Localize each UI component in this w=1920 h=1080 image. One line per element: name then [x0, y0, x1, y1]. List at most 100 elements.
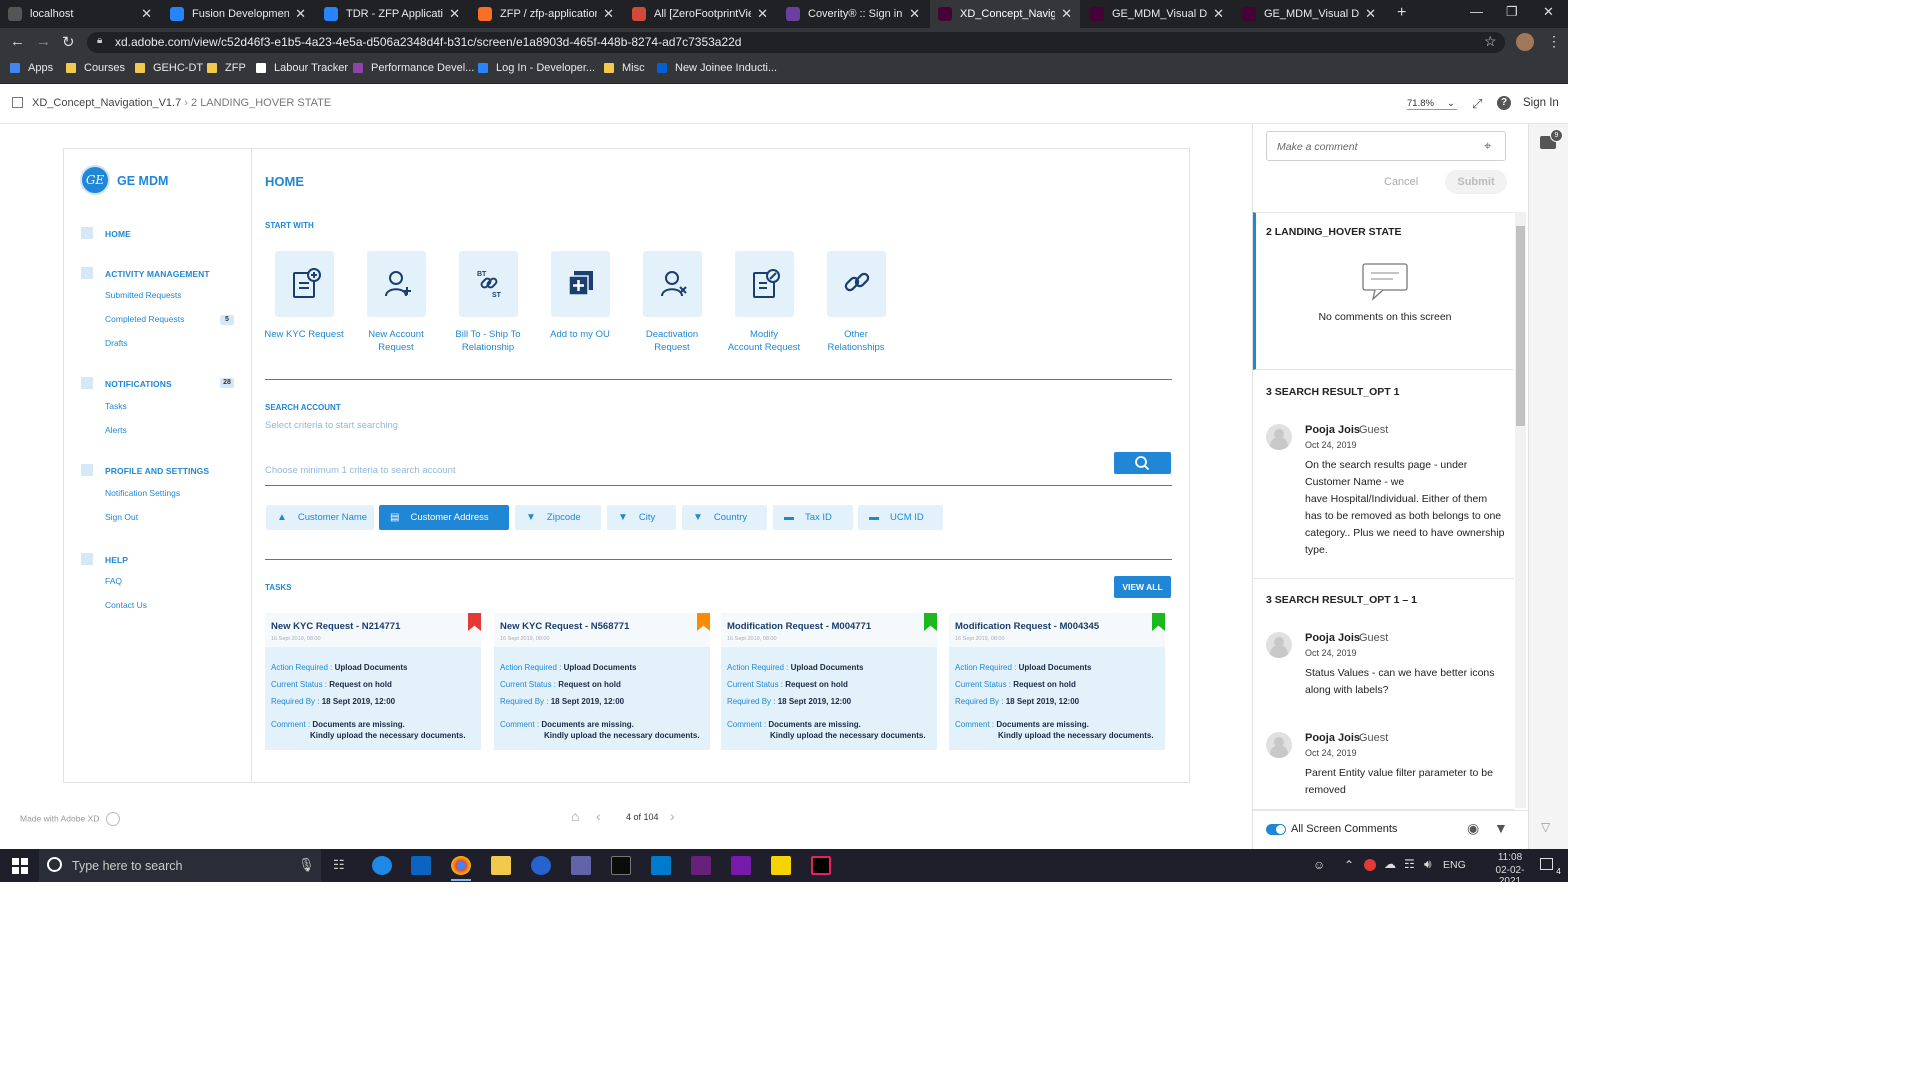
- bookmark-item[interactable]: Apps: [10, 62, 53, 74]
- browser-tab[interactable]: ZFP / zfp-application - (✕: [470, 0, 622, 28]
- eye-icon[interactable]: ◉: [1467, 820, 1479, 837]
- close-window-icon[interactable]: ✕: [1543, 4, 1554, 20]
- close-tab-icon[interactable]: ✕: [1365, 6, 1376, 22]
- quick-action-tile[interactable]: [643, 251, 702, 317]
- close-tab-icon[interactable]: ✕: [909, 6, 920, 22]
- chrome-icon[interactable]: [451, 856, 471, 875]
- zoom-select[interactable]: 71.8% ⌄: [1407, 98, 1457, 110]
- browser-tab[interactable]: TDR - ZFP Application (✕: [316, 0, 468, 28]
- task-title[interactable]: New KYC Request - N568771: [500, 621, 629, 632]
- all-screens-toggle[interactable]: [1266, 824, 1286, 835]
- edge-icon[interactable]: [372, 856, 392, 875]
- nav-subitem[interactable]: Contact Us: [105, 600, 147, 610]
- close-tab-icon[interactable]: ✕: [1213, 6, 1224, 22]
- maximize-icon[interactable]: ❐: [1506, 4, 1518, 20]
- volume-icon[interactable]: 🔊︎: [1424, 857, 1432, 872]
- grid-view-icon[interactable]: [12, 97, 23, 108]
- quick-action-label[interactable]: New KYC Request: [258, 328, 350, 341]
- outlook-icon[interactable]: [411, 856, 431, 875]
- vscode-icon[interactable]: [651, 856, 671, 875]
- more-menu-icon[interactable]: ⋮: [1547, 33, 1561, 50]
- profile-avatar[interactable]: [1516, 33, 1534, 51]
- file-explorer-icon[interactable]: [491, 856, 511, 875]
- browser-tab[interactable]: All [ZeroFootprintViewe ✕: [624, 0, 776, 28]
- microphone-icon[interactable]: 🎙︎: [298, 857, 315, 873]
- nav-subitem[interactable]: Completed Requests: [105, 314, 184, 324]
- cancel-button[interactable]: Cancel: [1384, 176, 1418, 188]
- close-tab-icon[interactable]: ✕: [449, 6, 460, 22]
- quick-action-tile[interactable]: [367, 251, 426, 317]
- search-input[interactable]: Choose minimum 1 criteria to search acco…: [265, 465, 1113, 476]
- quick-action-label[interactable]: New Account Request: [350, 328, 442, 354]
- bookmark-item[interactable]: Log In - Developer...: [478, 62, 595, 74]
- criteria-chip[interactable]: ▬ UCM ID: [858, 505, 943, 530]
- clock[interactable]: 11:08 02-02-2021: [1486, 852, 1534, 882]
- browser-tab[interactable]: Coverity® :: Sign in ✕: [778, 0, 928, 28]
- bookmark-item[interactable]: Labour Tracker: [256, 62, 348, 74]
- task-card[interactable]: New KYC Request - N214771 16 Sept 2019, 0…: [265, 613, 481, 750]
- prev-screen-icon[interactable]: ‹: [596, 808, 601, 824]
- close-tab-icon[interactable]: ✕: [141, 6, 152, 22]
- comment-group-title[interactable]: 3 SEARCH RESULT_OPT 1 – 1: [1266, 594, 1417, 606]
- browser-tab[interactable]: XD_Concept_Navigatio ✕: [930, 0, 1080, 28]
- next-screen-icon[interactable]: ›: [670, 808, 675, 824]
- task-title[interactable]: New KYC Request - N214771: [271, 621, 400, 632]
- fullscreen-icon[interactable]: ⤢: [1472, 96, 1482, 112]
- nav-subitem[interactable]: Notification Settings: [105, 488, 180, 498]
- browser-tab[interactable]: Fusion Development Sc ✕: [162, 0, 314, 28]
- comment-group-title[interactable]: 3 SEARCH RESULT_OPT 1: [1266, 386, 1399, 398]
- criteria-chip[interactable]: ▼ Zipcode: [515, 505, 601, 530]
- nav-item-activity-management[interactable]: ACTIVITY MANAGEMENT: [105, 269, 210, 279]
- bookmark-item[interactable]: GEHC-DT: [135, 62, 203, 74]
- nav-subitem[interactable]: Tasks: [105, 401, 127, 411]
- todo-icon[interactable]: [531, 856, 551, 875]
- teams-icon[interactable]: [571, 856, 591, 875]
- quick-action-tile[interactable]: [275, 251, 334, 317]
- task-card[interactable]: Modification Request - M004345 16 Sept 20…: [949, 613, 1165, 750]
- bookmark-item[interactable]: ZFP: [207, 62, 246, 74]
- criteria-chip[interactable]: ▤ Customer Address: [379, 505, 509, 530]
- nav-subitem[interactable]: FAQ: [105, 576, 122, 586]
- minimize-icon[interactable]: —: [1470, 4, 1483, 19]
- browser-tab[interactable]: GE_MDM_Visual Desig ✕: [1082, 0, 1232, 28]
- quick-action-tile[interactable]: [827, 251, 886, 317]
- project-name[interactable]: XD_Concept_Navigation_V1.7: [32, 97, 181, 109]
- close-tab-icon[interactable]: ✕: [757, 6, 768, 22]
- comment-input[interactable]: Make a comment: [1266, 131, 1506, 161]
- pin-icon[interactable]: ⌖: [1484, 138, 1491, 154]
- task-view-icon[interactable]: ☷: [333, 857, 345, 873]
- terminal-icon[interactable]: [611, 856, 631, 875]
- nav-item-profile-and-settings[interactable]: PROFILE AND SETTINGS: [105, 466, 209, 476]
- criteria-chip[interactable]: ▼ Country: [682, 505, 767, 530]
- browser-tab[interactable]: GE_MDM_Visual Desig ✕: [1234, 0, 1384, 28]
- star-icon[interactable]: ☆: [1484, 33, 1497, 50]
- nav-subitem[interactable]: Drafts: [105, 338, 128, 348]
- quick-action-tile[interactable]: [735, 251, 794, 317]
- scrollbar-thumb[interactable]: [1516, 226, 1525, 426]
- antivirus-icon[interactable]: [1364, 859, 1376, 871]
- bookmark-item[interactable]: Performance Devel...: [353, 62, 474, 74]
- bookmark-item[interactable]: New Joinee Inducti...: [657, 62, 777, 74]
- home-icon[interactable]: ⌂: [571, 808, 579, 824]
- criteria-chip[interactable]: ▲ Customer Name: [266, 505, 374, 530]
- taskbar-search-input[interactable]: Type here to search: [39, 849, 321, 882]
- quick-action-label[interactable]: Bill To - Ship To Relationship: [442, 328, 534, 354]
- task-title[interactable]: Modification Request - M004771: [727, 621, 871, 632]
- filter-icon[interactable]: ▼: [1494, 820, 1508, 836]
- close-tab-icon[interactable]: ✕: [603, 6, 614, 22]
- visual-studio-icon[interactable]: [691, 856, 711, 875]
- network-icon[interactable]: ☶: [1404, 857, 1415, 871]
- task-card[interactable]: New KYC Request - N568771 16 Sept 2019, 0…: [494, 613, 710, 750]
- back-icon[interactable]: ←: [10, 33, 25, 50]
- nav-subitem[interactable]: Submitted Requests: [105, 290, 182, 300]
- nav-item-help[interactable]: HELP: [105, 555, 128, 565]
- tray-chevron-icon[interactable]: ⌃: [1344, 858, 1354, 872]
- criteria-chip[interactable]: ▬ Tax ID: [773, 505, 853, 530]
- sign-in-link[interactable]: Sign In: [1523, 97, 1559, 109]
- windows-start-icon[interactable]: [12, 858, 28, 874]
- nav-item-notifications[interactable]: NOTIFICATIONS: [105, 379, 172, 389]
- onenote-icon[interactable]: [731, 856, 751, 875]
- submit-button[interactable]: Submit: [1445, 170, 1507, 194]
- view-all-button[interactable]: VIEW ALL: [1114, 576, 1171, 598]
- quick-action-label[interactable]: Modify Account Request: [718, 328, 810, 354]
